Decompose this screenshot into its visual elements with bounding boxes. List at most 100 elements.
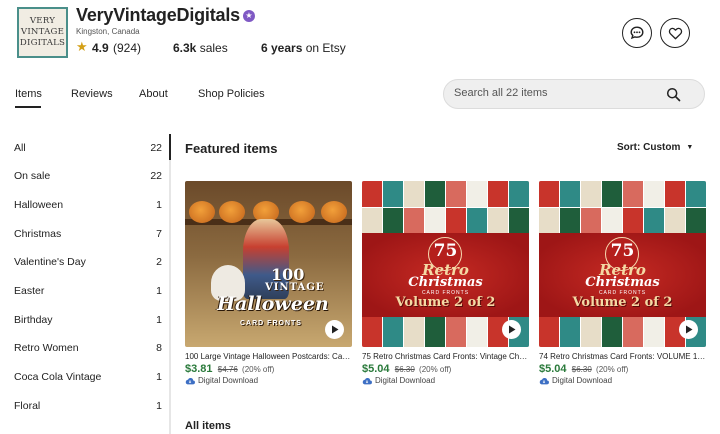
all-items-heading: All items bbox=[185, 420, 231, 432]
sidebar-item-christmas[interactable]: Christmas 7 bbox=[14, 228, 162, 244]
cloud-download-icon bbox=[362, 377, 372, 384]
contact-shop-button[interactable] bbox=[622, 18, 652, 48]
listing-image-number: 75 bbox=[610, 241, 635, 261]
sidebar-item-on-sale[interactable]: On sale 22 bbox=[14, 170, 162, 186]
pumpkin-illustration bbox=[219, 201, 245, 223]
sidebar-item-label: Valentine's Day bbox=[14, 256, 86, 268]
search-icon[interactable] bbox=[666, 87, 681, 102]
listing-discount: (20% off) bbox=[596, 365, 629, 374]
sidebar-item-label: Retro Women bbox=[14, 342, 79, 354]
sidebar-item-coca-cola-vintage[interactable]: Coca Cola Vintage 1 bbox=[14, 371, 162, 387]
sidebar-item-count: 1 bbox=[156, 314, 162, 326]
tab-items[interactable]: Items bbox=[15, 88, 42, 108]
play-video-button[interactable] bbox=[325, 320, 344, 339]
featured-items-heading: Featured items bbox=[185, 141, 278, 156]
years-value: 6 years bbox=[261, 41, 303, 55]
sidebar-item-count: 1 bbox=[156, 285, 162, 297]
sidebar-item-count: 22 bbox=[150, 170, 162, 182]
listing-image[interactable]: 75 Retro Christmas CARD FRONTS Volume 2 … bbox=[539, 181, 706, 347]
listing-price: $5.04 bbox=[362, 363, 390, 375]
sidebar-divider bbox=[169, 134, 171, 434]
sidebar-active-indicator bbox=[169, 134, 171, 160]
sidebar-item-floral[interactable]: Floral 1 bbox=[14, 400, 162, 416]
shop-logo: VERY VINTAGE DIGITALS bbox=[17, 7, 68, 58]
shop-name: VeryVintageDigitals bbox=[76, 5, 240, 25]
sidebar-item-count: 2 bbox=[156, 256, 162, 268]
rating-count: (924) bbox=[113, 41, 142, 55]
caret-down-icon: ▼ bbox=[686, 144, 694, 151]
listing-image-number: 75 bbox=[433, 241, 458, 261]
listing-image[interactable]: 100 VINTAGE Halloween CARD FRONTS bbox=[185, 181, 352, 347]
pumpkin-illustration bbox=[289, 201, 315, 223]
listing-card[interactable]: 75 Retro Christmas CARD FRONTS Volume 2 … bbox=[539, 181, 706, 385]
shop-location: Kingston, Canada bbox=[76, 27, 140, 36]
sidebar-item-retro-women[interactable]: Retro Women 8 bbox=[14, 342, 162, 358]
tab-about[interactable]: About bbox=[139, 88, 168, 100]
search-input[interactable] bbox=[454, 87, 654, 99]
listing-original-price: $4.76 bbox=[217, 365, 238, 374]
listing-card[interactable]: 100 VINTAGE Halloween CARD FRONTS 100 La… bbox=[185, 181, 352, 385]
sidebar-item-count: 8 bbox=[156, 342, 162, 354]
sidebar-item-valentines-day[interactable]: Valentine's Day 2 bbox=[14, 256, 162, 272]
listing-image-text: VINTAGE bbox=[265, 282, 325, 293]
listing-image-text: Halloween bbox=[217, 293, 329, 315]
sidebar-item-label: Easter bbox=[14, 285, 45, 297]
listing-image-text: Christmas bbox=[585, 275, 660, 290]
listing-title[interactable]: 74 Retro Christmas Card Fronts: VOLUME 1… bbox=[539, 352, 706, 361]
listing-title[interactable]: 75 Retro Christmas Card Fronts: Vintage … bbox=[362, 352, 529, 361]
listing-price-row: $3.81 $4.76 (20% off) bbox=[185, 363, 352, 375]
listing-delivery: Digital Download bbox=[362, 376, 529, 385]
sidebar-item-easter[interactable]: Easter 1 bbox=[14, 285, 162, 301]
shop-logo-line: VERY bbox=[29, 16, 56, 26]
sidebar-item-label: All bbox=[14, 142, 26, 154]
favorite-shop-button[interactable] bbox=[660, 18, 690, 48]
listing-original-price: $6.30 bbox=[571, 365, 592, 374]
sales-label: sales bbox=[199, 41, 228, 55]
sidebar-item-birthday[interactable]: Birthday 1 bbox=[14, 314, 162, 330]
sidebar-item-label: Birthday bbox=[14, 314, 53, 326]
tab-reviews[interactable]: Reviews bbox=[71, 88, 113, 100]
tab-shop-policies[interactable]: Shop Policies bbox=[198, 88, 265, 100]
shop-logo-line: DIGITALS bbox=[19, 38, 66, 48]
sidebar-item-label: Coca Cola Vintage bbox=[14, 371, 102, 383]
shop-logo-line: VINTAGE bbox=[20, 27, 65, 37]
sort-dropdown[interactable]: Sort: Custom ▼ bbox=[617, 142, 693, 153]
cloud-download-icon bbox=[539, 377, 549, 384]
play-video-button[interactable] bbox=[502, 320, 521, 339]
sales-count: 6.3k sales bbox=[173, 41, 228, 55]
sidebar-item-label: On sale bbox=[14, 170, 51, 182]
shop-search bbox=[443, 79, 705, 109]
sidebar-item-count: 1 bbox=[156, 199, 162, 211]
play-icon bbox=[331, 325, 338, 334]
listing-image-collage bbox=[362, 181, 529, 233]
listing-image[interactable]: 75 Retro Christmas CARD FRONTS Volume 2 … bbox=[362, 181, 529, 347]
listing-delivery-label: Digital Download bbox=[552, 376, 613, 385]
listing-discount: (20% off) bbox=[242, 365, 275, 374]
listing-price-row: $5.04 $6.30 (20% off) bbox=[362, 363, 529, 375]
listing-card[interactable]: 75 Retro Christmas CARD FRONTS Volume 2 … bbox=[362, 181, 529, 385]
cloud-download-icon bbox=[185, 377, 195, 384]
sidebar-item-label: Christmas bbox=[14, 228, 62, 240]
listing-title[interactable]: 100 Large Vintage Halloween Postcards: C… bbox=[185, 352, 352, 361]
years-label: on Etsy bbox=[305, 41, 346, 55]
listing-discount: (20% off) bbox=[419, 365, 452, 374]
chat-bubble-icon bbox=[630, 26, 644, 40]
rating-value: 4.9 bbox=[92, 41, 109, 55]
listing-image-text: Christmas bbox=[408, 275, 483, 290]
sidebar-item-halloween[interactable]: Halloween 1 bbox=[14, 199, 162, 215]
sidebar-item-all[interactable]: All 22 bbox=[14, 142, 162, 158]
listing-price: $3.81 bbox=[185, 363, 213, 375]
rating-star-icon: ★ bbox=[76, 39, 88, 54]
sidebar-item-label: Halloween bbox=[14, 199, 64, 211]
listing-delivery-label: Digital Download bbox=[198, 376, 259, 385]
listing-image-collage bbox=[539, 181, 706, 233]
play-icon bbox=[508, 325, 515, 334]
sidebar-item-count: 1 bbox=[156, 371, 162, 383]
pumpkin-illustration bbox=[189, 201, 215, 223]
listing-image-text: CARD FRONTS bbox=[240, 320, 302, 327]
listing-original-price: $6.30 bbox=[394, 365, 415, 374]
listing-delivery: Digital Download bbox=[185, 376, 352, 385]
play-icon bbox=[685, 325, 692, 334]
play-video-button[interactable] bbox=[679, 320, 698, 339]
listing-price: $5.04 bbox=[539, 363, 567, 375]
